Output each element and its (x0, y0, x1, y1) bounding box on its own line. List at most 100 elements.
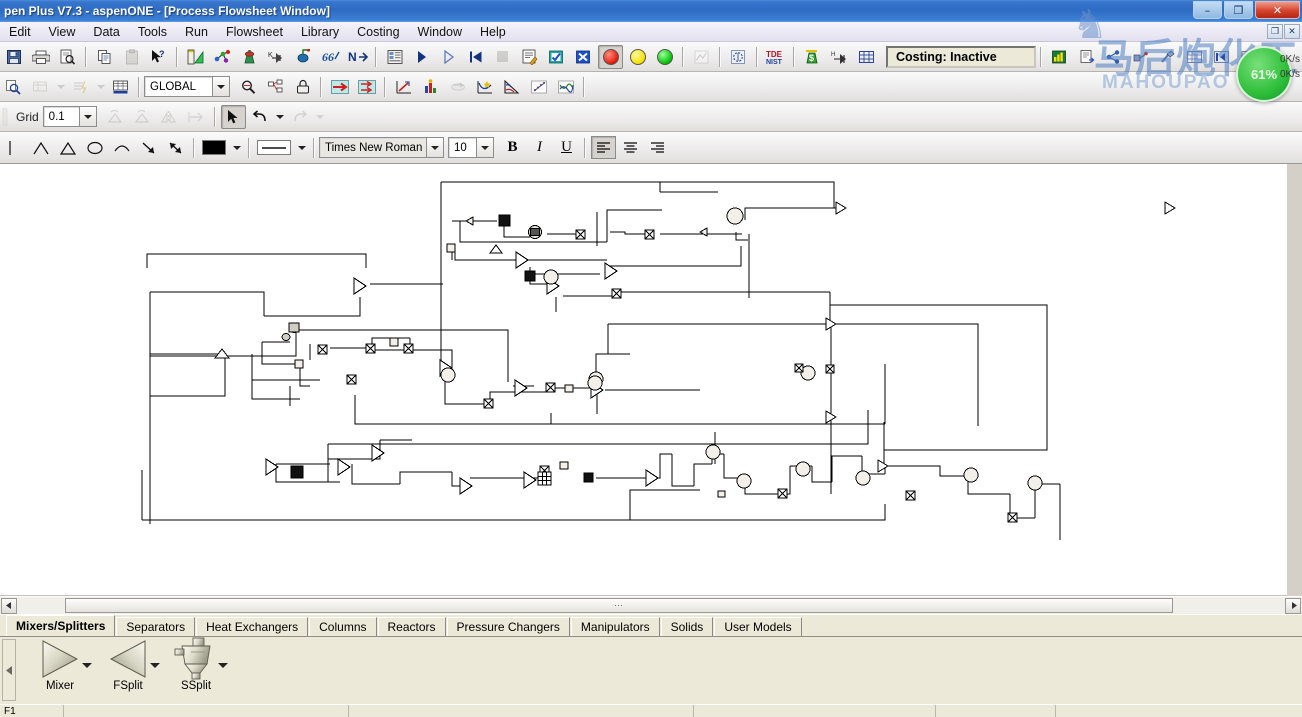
line-style-button[interactable] (255, 136, 293, 160)
tab-reactors[interactable]: Reactors (377, 617, 446, 636)
step-icon[interactable] (436, 45, 461, 69)
economics-icon[interactable]: $ (800, 45, 825, 69)
streams-icon[interactable]: K (264, 45, 289, 69)
scope-select[interactable]: GLOBAL (144, 76, 230, 97)
stream-in-icon[interactable] (327, 75, 352, 99)
palette-item-mixer[interactable]: Mixer (26, 637, 94, 701)
status-green-led[interactable] (652, 45, 677, 69)
ternary-diagram-icon[interactable] (499, 75, 524, 99)
find-icon[interactable] (236, 75, 261, 99)
menu-item-costing[interactable]: Costing (348, 23, 408, 41)
undo-icon[interactable] (248, 105, 273, 129)
menu-item-tools[interactable]: Tools (129, 23, 176, 41)
grid-size-select[interactable]: 0.1 (42, 106, 97, 127)
hierarchy-icon[interactable] (263, 75, 288, 99)
setup-icon[interactable] (183, 45, 208, 69)
next-input-icon[interactable]: N (345, 45, 370, 69)
polyline-shape-icon[interactable] (28, 136, 53, 160)
scroll-right-button[interactable] (1285, 597, 1301, 614)
polygon-shape-icon[interactable] (55, 136, 80, 160)
minimize-button[interactable]: – (1193, 1, 1222, 19)
scroll-thumb[interactable]: ⋯ (65, 598, 1173, 613)
fsplit-block-icon[interactable] (105, 637, 151, 681)
chevron-down-icon[interactable] (78, 107, 96, 126)
line-plot-icon[interactable] (553, 75, 578, 99)
histogram-icon[interactable] (418, 75, 443, 99)
mdi-restore-button[interactable]: ❐ (1267, 24, 1283, 39)
tab-manipulators[interactable]: Manipulators (570, 617, 660, 636)
copy-icon[interactable] (92, 45, 117, 69)
lock-flowsheet-icon[interactable] (290, 75, 315, 99)
reinitialize-icon[interactable] (463, 45, 488, 69)
help-pointer-icon[interactable]: ? (146, 45, 171, 69)
tab-separators[interactable]: Separators (116, 617, 196, 636)
utilities-icon[interactable]: 66 (318, 45, 343, 69)
bold-button[interactable]: B (500, 136, 525, 159)
menu-item-view[interactable]: View (40, 23, 85, 41)
control-panel-icon[interactable] (517, 45, 542, 69)
canvas-horizontal-scrollbar[interactable]: ⋯ (0, 596, 1302, 614)
align-right-button[interactable] (645, 136, 670, 159)
tab-user-models[interactable]: User Models (714, 617, 802, 636)
scroll-left-button[interactable] (1, 597, 17, 614)
run-icon[interactable] (409, 45, 434, 69)
fill-color-caret-icon[interactable] (230, 136, 243, 160)
data-browser-icon[interactable] (382, 45, 407, 69)
menu-item-data[interactable]: Data (84, 23, 128, 41)
underline-button[interactable]: U (554, 136, 579, 159)
undo-caret-icon[interactable] (275, 105, 286, 129)
menu-item-library[interactable]: Library (292, 23, 348, 41)
font-size-select[interactable]: 10 (448, 137, 494, 158)
tab-pressure-changers[interactable]: Pressure Changers (446, 617, 570, 636)
components-icon[interactable] (210, 45, 235, 69)
line-shape-icon[interactable] (1, 136, 26, 160)
evaluate-icon[interactable] (1182, 45, 1207, 69)
menu-item-edit[interactable]: Edit (0, 23, 40, 41)
menu-item-flowsheet[interactable]: Flowsheet (217, 23, 292, 41)
results-summary-icon[interactable] (571, 45, 596, 69)
arrow-shape-icon[interactable] (136, 136, 161, 160)
residue-curve-icon[interactable] (472, 75, 497, 99)
chevron-down-icon[interactable] (476, 138, 493, 157)
map-icon[interactable] (1128, 45, 1153, 69)
restore-button[interactable]: ❐ (1224, 1, 1253, 19)
print-preview-icon[interactable] (55, 45, 80, 69)
chevron-down-icon[interactable] (212, 77, 229, 96)
palette-scroll-left-button[interactable] (2, 639, 16, 701)
ssplit-block-icon[interactable] (171, 637, 221, 681)
palette-item-fsplit[interactable]: FSplit (94, 637, 162, 701)
align-center-button[interactable] (618, 136, 643, 159)
flowsheet-drawing[interactable] (0, 164, 1302, 596)
line-style-caret-icon[interactable] (295, 136, 308, 160)
view-results-icon[interactable] (1209, 45, 1234, 69)
properties-icon[interactable] (237, 45, 262, 69)
tab-columns[interactable]: Columns (309, 617, 377, 636)
costing-status-field[interactable]: Costing: Inactive (886, 45, 1036, 68)
mdi-close-button[interactable]: ✕ (1284, 24, 1300, 39)
scatter-plot-icon[interactable] (526, 75, 551, 99)
double-arrow-shape-icon[interactable] (163, 136, 188, 160)
exchanger-design-icon[interactable]: H (827, 45, 852, 69)
menu-item-run[interactable]: Run (176, 23, 217, 41)
process-flowsheet-canvas[interactable] (0, 164, 1302, 596)
tab-heat-exchangers[interactable]: Heat Exchangers (196, 617, 309, 636)
status-red-led[interactable] (598, 44, 623, 69)
menu-item-help[interactable]: Help (471, 23, 515, 41)
italic-button[interactable]: I (527, 136, 552, 159)
tab-solids[interactable]: Solids (660, 617, 714, 636)
mixer-block-icon[interactable] (37, 637, 83, 681)
nist-tde-icon[interactable]: TDE NIST (763, 45, 788, 69)
select-pointer-icon[interactable] (220, 104, 246, 129)
save-icon[interactable] (1, 45, 26, 69)
report-icon[interactable] (1074, 45, 1099, 69)
tab-mixers-splitters[interactable]: Mixers/Splitters (6, 615, 116, 636)
font-family-select[interactable]: Times New Roman (319, 137, 444, 158)
chevron-down-icon[interactable] (218, 663, 228, 668)
align-left-button[interactable] (591, 136, 616, 159)
sizing-icon[interactable] (1155, 45, 1180, 69)
status-yellow-led[interactable] (625, 45, 650, 69)
plot-wizard-icon[interactable] (391, 75, 416, 99)
stream-out-icon[interactable] (354, 75, 379, 99)
distillation-icon[interactable] (726, 45, 751, 69)
fill-color-button[interactable] (200, 136, 228, 160)
